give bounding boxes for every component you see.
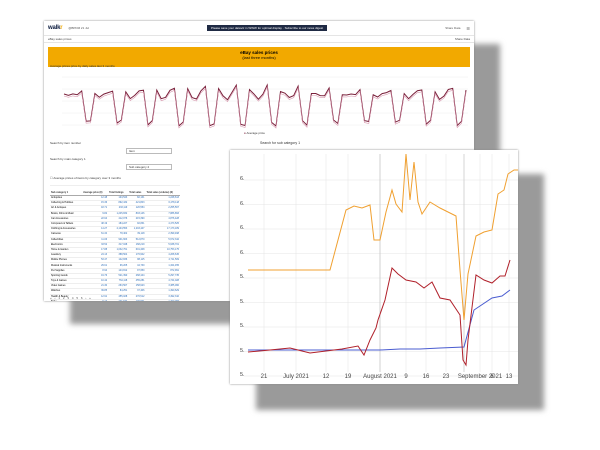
table-cell: 130,871 (128, 298, 146, 301)
x-tick-label: 19 (344, 374, 352, 380)
chart2-caption: Search for sub category 1 (260, 141, 301, 145)
menu-icon[interactable]: ☰ (466, 26, 470, 31)
logo[interactable]: walkr (48, 25, 63, 31)
table-pager[interactable]: « ‹ 1 2 3 4 5 6 › » (50, 296, 92, 300)
x-tick-label: September 2021 (457, 374, 503, 380)
table-cell: 201,634 (108, 298, 129, 301)
x-tick-label: 6 (490, 374, 494, 380)
x-tick-label: 23 (442, 374, 450, 380)
x-tick-label: 9 (404, 374, 408, 380)
x-tick-label: 13 (505, 374, 513, 380)
top-bar: walkr @BPDM 21 Jul Please save your data… (44, 21, 474, 35)
x-tick-label: 21 (260, 374, 268, 380)
filter2-label: Search by main category 1 (50, 157, 86, 161)
chart1-gridlines (62, 76, 468, 126)
x-tick-label: August 2021 (363, 374, 397, 380)
nav-item-share[interactable]: Share Data (455, 37, 470, 41)
table-cell: 1,200,087 (145, 298, 180, 301)
overview-series-light (63, 85, 467, 129)
x-tick-label: 12 (322, 374, 330, 380)
zoomed-chart-window: Search for sub category 1 6. 6. 6. 6. 5. 5. 5.… (230, 141, 518, 384)
filter1-label: Search by item number (50, 141, 82, 145)
item-search-input[interactable]: Item (126, 148, 172, 154)
nav-item-title[interactable]: eBay sales prices (48, 37, 72, 41)
nav-bar: eBay sales prices Share Data (44, 35, 474, 43)
category-table: Sub category 1 Average price (€) Total lis… (50, 185, 180, 301)
chart2-gridlines (244, 154, 518, 377)
category-select[interactable]: Sub category 2 (126, 164, 172, 170)
column-header[interactable]: Average price (€) (82, 185, 109, 196)
column-header[interactable]: Total sales (volume) (€) (145, 185, 180, 196)
x-tick-label: 16 (422, 374, 430, 380)
x-tick-label: July 2021 (283, 374, 309, 380)
top-title: @BPDM 21 Jul (68, 26, 89, 30)
banner-subtitle: (last three months) (242, 55, 276, 60)
share-link[interactable]: Share Data (445, 26, 460, 30)
column-header[interactable]: Sub category 1 (50, 185, 83, 196)
detail-line-chart (244, 153, 518, 377)
notice-banner[interactable]: Please save your dataviz in WWW for opti… (207, 25, 328, 31)
chart1-caption: Average prices price by daily sales last… (50, 64, 115, 68)
table-caption: ☐ Average prices of items by category ov… (50, 176, 121, 180)
column-header[interactable]: Total sales (128, 185, 146, 196)
column-header[interactable]: Total listings (108, 185, 129, 196)
series-orange (248, 153, 518, 321)
chart1-legend: ● Average price (244, 131, 265, 135)
series-red (247, 259, 511, 367)
table-header-row: Sub category 1 Average price (€) Total lis… (50, 185, 180, 196)
